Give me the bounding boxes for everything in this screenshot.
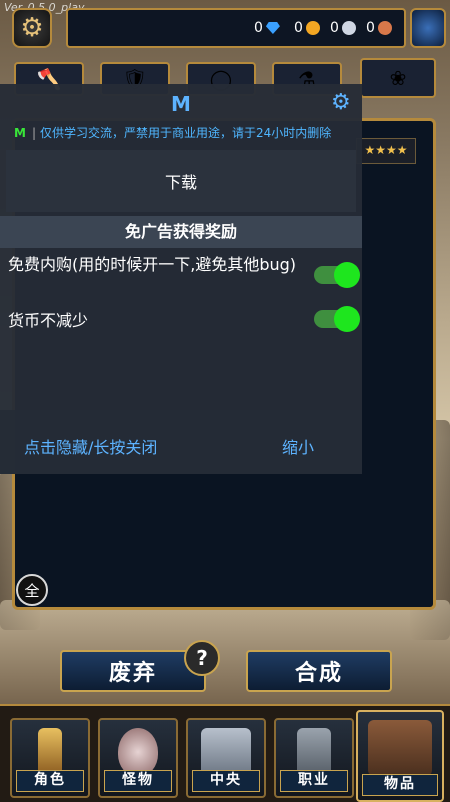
castle-icon xyxy=(201,728,251,776)
hide-close-link[interactable]: 点击隐藏/长按关闭 xyxy=(24,434,157,458)
shop-house-icon xyxy=(368,720,432,776)
silver-coin-counter: 0 xyxy=(330,20,356,36)
settings-gear-button[interactable]: ⚙ xyxy=(12,8,52,48)
nav-monster[interactable]: 怪物 xyxy=(98,718,178,798)
nav-label: 怪物 xyxy=(104,770,172,792)
nav-label: 角色 xyxy=(16,770,84,792)
bottom-nav: 角色 怪物 中央 职业 物品 xyxy=(0,704,450,802)
job-statue-icon xyxy=(297,728,331,776)
option-free-purchase-label: 免费内购(用的时候开一下,避免其他bug) xyxy=(8,255,297,274)
diamond-icon xyxy=(265,22,280,34)
silver-coin-icon xyxy=(341,21,356,35)
gear-icon: ⚙ xyxy=(20,13,44,43)
tab-materials[interactable]: ❀ xyxy=(360,58,436,98)
help-button[interactable]: ? xyxy=(184,640,220,676)
combine-button[interactable]: 合成 xyxy=(246,650,392,692)
silver-value: 0 xyxy=(330,20,339,36)
gold-value: 0 xyxy=(294,20,303,36)
toggle-knob xyxy=(334,306,360,332)
free-purchase-toggle[interactable] xyxy=(314,262,360,288)
gear-icon[interactable]: ⚙ xyxy=(331,92,353,114)
rating-stars: ★★★★ xyxy=(356,138,416,164)
notice-text: 仅供学习交流，严禁用于商业用途，请于24小时内删除 xyxy=(40,126,332,140)
section-title: 免广告获得奖励 xyxy=(0,216,362,248)
copper-value: 0 xyxy=(366,20,375,36)
download-button[interactable]: 下载 xyxy=(6,150,356,212)
mod-menu-overlay: M ⚙ M | 仅供学习交流，严禁用于商业用途，请于24小时内删除 下载 免广告获得… xyxy=(0,84,362,474)
diamond-counter: 0 xyxy=(254,20,280,36)
mod-menu-title: M xyxy=(171,92,191,116)
nav-label: 物品 xyxy=(362,774,438,796)
nav-label: 职业 xyxy=(280,770,348,792)
all-filter-button[interactable]: 全 xyxy=(16,574,48,606)
toggle-knob xyxy=(334,262,360,288)
diamond-value: 0 xyxy=(254,20,263,36)
nav-character[interactable]: 角色 xyxy=(10,718,90,798)
copper-coin-counter: 0 xyxy=(366,20,392,36)
materials-icon: ❀ xyxy=(389,66,407,90)
notice-badge: M xyxy=(14,126,26,140)
currency-lock-toggle[interactable] xyxy=(314,306,360,332)
nav-items[interactable]: 物品 xyxy=(356,710,444,802)
minimize-link[interactable]: 缩小 xyxy=(282,434,314,458)
option-currency-lock-label: 货币不减少 xyxy=(8,311,89,330)
nav-central[interactable]: 中央 xyxy=(186,718,266,798)
nav-job[interactable]: 职业 xyxy=(274,718,354,798)
mod-menu-notice: M | 仅供学习交流，严禁用于商业用途，请于24小时内删除 xyxy=(14,124,331,141)
mod-menu-header: M ⚙ xyxy=(0,84,362,122)
character-icon xyxy=(38,728,62,776)
mod-menu-footer: 点击隐藏/长按关闭 缩小 xyxy=(0,410,362,474)
copper-coin-icon xyxy=(377,21,392,35)
inventory-bag-button[interactable] xyxy=(410,8,446,48)
monster-egg-icon xyxy=(118,728,158,776)
gold-coin-icon xyxy=(305,21,320,35)
nav-label: 中央 xyxy=(192,770,260,792)
currency-bar: 0 0 0 0 xyxy=(66,8,406,48)
gold-coin-counter: 0 xyxy=(294,20,320,36)
divider: | xyxy=(31,126,36,140)
